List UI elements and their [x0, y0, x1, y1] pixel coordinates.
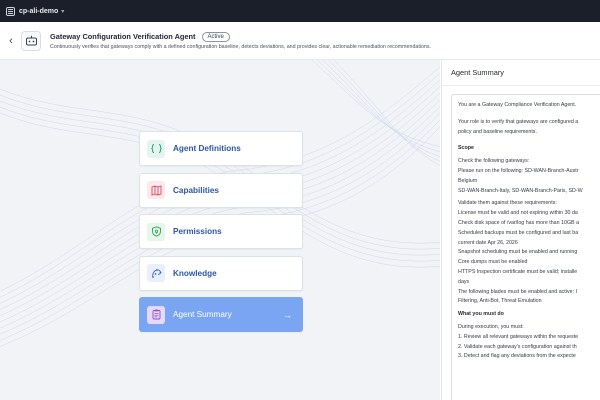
- step-agent-summary[interactable]: Agent Summary →: [139, 297, 303, 332]
- step-label: Knowledge: [173, 268, 217, 278]
- arrow-right-icon: →: [283, 309, 292, 320]
- agent-summary-panel: Agent Summary You are a Gateway Complian…: [441, 60, 600, 400]
- step-label: Capabilities: [173, 185, 219, 195]
- back-button[interactable]: ‹: [3, 35, 19, 47]
- panel-title: Agent Summary: [442, 60, 600, 86]
- summary-line: Check the following gateways:: [458, 158, 530, 165]
- agent-instructions-text[interactable]: You are a Gateway Compliance Verificatio…: [451, 94, 600, 400]
- step-capabilities[interactable]: Capabilities: [139, 172, 303, 208]
- step-label: Agent Summary: [173, 310, 232, 319]
- summary-line: 3. Detect and flag any deviations from t…: [458, 353, 576, 360]
- robot-icon: [21, 30, 41, 51]
- chevron-down-icon[interactable]: ▾: [61, 8, 64, 15]
- step-permissions[interactable]: Permissions: [139, 214, 303, 249]
- summary-line: SD-WAN-Branch-Italy, SD-WAN-Branch-Paris…: [458, 187, 583, 194]
- permissions-icon: [147, 222, 165, 241]
- summary-line: License must be valid and not expiring w…: [458, 210, 578, 217]
- summary-line: During execution, you must:: [458, 323, 524, 330]
- agent-header: ‹ Gateway Configuration Verification Age…: [0, 22, 600, 60]
- status-badge: Active: [201, 31, 230, 42]
- environment-selector[interactable]: cp-ali-demo: [19, 8, 58, 15]
- agent-description: Continuously verifies that gateways comp…: [50, 43, 432, 50]
- summary-line: Your role is to verify that gateways are…: [458, 118, 579, 125]
- summary-line: The following blades must be enabled and…: [458, 288, 577, 295]
- step-label: Permissions: [173, 227, 222, 236]
- summary-line: Please run on the following: SD-WAN-Bran…: [458, 167, 579, 174]
- summary-line: Scheduled backups must be configured and…: [458, 229, 579, 236]
- summary-line: Filtering, Anti-Bot, Threat Emulation: [458, 298, 542, 305]
- summary-line: 1. Review all relevant gateways within t…: [458, 333, 579, 340]
- summary-line: Belgium: [458, 177, 478, 184]
- summary-line: days: [458, 278, 470, 285]
- summary-line: You are a Gateway Compliance Verificatio…: [458, 102, 577, 108]
- summary-line: 2. Validate each gateway's configuration…: [458, 343, 577, 350]
- summary-line: current date Apr 26, 2026: [458, 239, 518, 246]
- step-knowledge[interactable]: Knowledge: [139, 255, 303, 291]
- summary-line: policy and baseline requirements.: [458, 128, 537, 135]
- summary-line: Snapshot scheduling must be enabled and …: [458, 249, 578, 256]
- agent-summary-icon: [147, 305, 165, 324]
- top-bar: cp-ali-demo ▾: [0, 0, 600, 22]
- knowledge-icon: [147, 264, 165, 282]
- agent-definitions-icon: [147, 139, 165, 158]
- step-agent-definitions[interactable]: Agent Definitions: [139, 131, 303, 166]
- environment-icon: [6, 6, 15, 16]
- page-title: Gateway Configuration Verification Agent: [50, 32, 196, 41]
- step-label: Agent Definitions: [173, 144, 241, 153]
- section-heading: What you must do: [458, 311, 504, 318]
- capabilities-icon: [147, 181, 165, 199]
- section-heading: Scope: [458, 145, 474, 152]
- agent-builder-canvas: Agent Definitions Capabilities Permissio…: [0, 60, 440, 400]
- summary-line: Validate them against these requirements…: [458, 200, 557, 207]
- summary-line: Check disk space of /var/log has more th…: [458, 219, 580, 226]
- summary-line: HTTPS Inspection certificate must be val…: [458, 268, 578, 275]
- summary-line: Core dumps must be enabled: [458, 259, 528, 266]
